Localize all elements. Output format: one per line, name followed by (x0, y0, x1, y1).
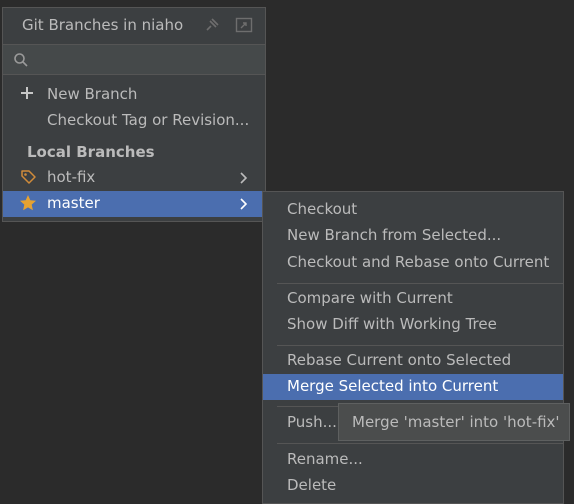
settings-pin-icon[interactable] (203, 16, 221, 34)
menu-separator (277, 345, 563, 346)
chevron-right-icon (239, 197, 249, 211)
branch-label: hot-fix (47, 168, 96, 186)
branch-item-master[interactable]: master (3, 191, 265, 217)
branch-label: master (47, 194, 100, 212)
menu-item-checkout-and-rebase[interactable]: Checkout and Rebase onto Current (263, 250, 563, 276)
tooltip-text: Merge 'master' into 'hot-fix' (352, 413, 560, 431)
checkout-tag-action[interactable]: Checkout Tag or Revision... (3, 108, 265, 134)
menu-item-rebase-current[interactable]: Rebase Current onto Selected (263, 348, 563, 374)
menu-item-label: Show Diff with Working Tree (287, 315, 497, 333)
popup-title: Git Branches in niaho (22, 16, 184, 34)
menu-separator (277, 443, 563, 444)
search-icon (13, 52, 29, 72)
expand-popup-icon[interactable] (235, 16, 253, 34)
checkout-tag-label: Checkout Tag or Revision... (47, 111, 250, 129)
menu-item-label: Push... (287, 413, 337, 431)
menu-item-checkout[interactable]: Checkout (263, 197, 563, 223)
menu-separator (277, 283, 563, 284)
menu-item-merge-selected[interactable]: Merge Selected into Current (263, 374, 563, 400)
branch-search-input[interactable] (3, 44, 265, 75)
local-branches-header: Local Branches (27, 143, 155, 161)
menu-item-rename[interactable]: Rename... (263, 447, 563, 473)
tag-icon (20, 169, 37, 190)
branch-item-hot-fix[interactable]: hot-fix (3, 165, 265, 191)
menu-item-label: Checkout (287, 200, 358, 218)
menu-item-label: Merge Selected into Current (287, 377, 499, 395)
menu-item-label: Rename... (287, 450, 363, 468)
merge-tooltip: Merge 'master' into 'hot-fix' (338, 403, 570, 441)
popup-header: Git Branches in niaho (3, 8, 265, 44)
menu-item-delete[interactable]: Delete (263, 473, 563, 499)
chevron-right-icon (239, 171, 249, 185)
branch-actions-submenu: Checkout New Branch from Selected... Che… (262, 191, 564, 504)
new-branch-label: New Branch (47, 85, 138, 103)
menu-item-label: Compare with Current (287, 289, 453, 307)
menu-item-compare-with-current[interactable]: Compare with Current (263, 286, 563, 312)
new-branch-action[interactable]: New Branch (3, 82, 265, 108)
star-icon (19, 194, 37, 216)
menu-item-show-diff[interactable]: Show Diff with Working Tree (263, 312, 563, 338)
menu-item-label: Rebase Current onto Selected (287, 351, 512, 369)
plus-icon (20, 86, 34, 104)
menu-item-label: Checkout and Rebase onto Current (287, 253, 550, 271)
menu-item-label: New Branch from Selected... (287, 226, 502, 244)
menu-item-label: Delete (287, 476, 337, 494)
menu-item-new-branch-from-selected[interactable]: New Branch from Selected... (263, 223, 563, 249)
git-branches-popup: Git Branches in niaho New Branch Checkou… (2, 7, 266, 222)
